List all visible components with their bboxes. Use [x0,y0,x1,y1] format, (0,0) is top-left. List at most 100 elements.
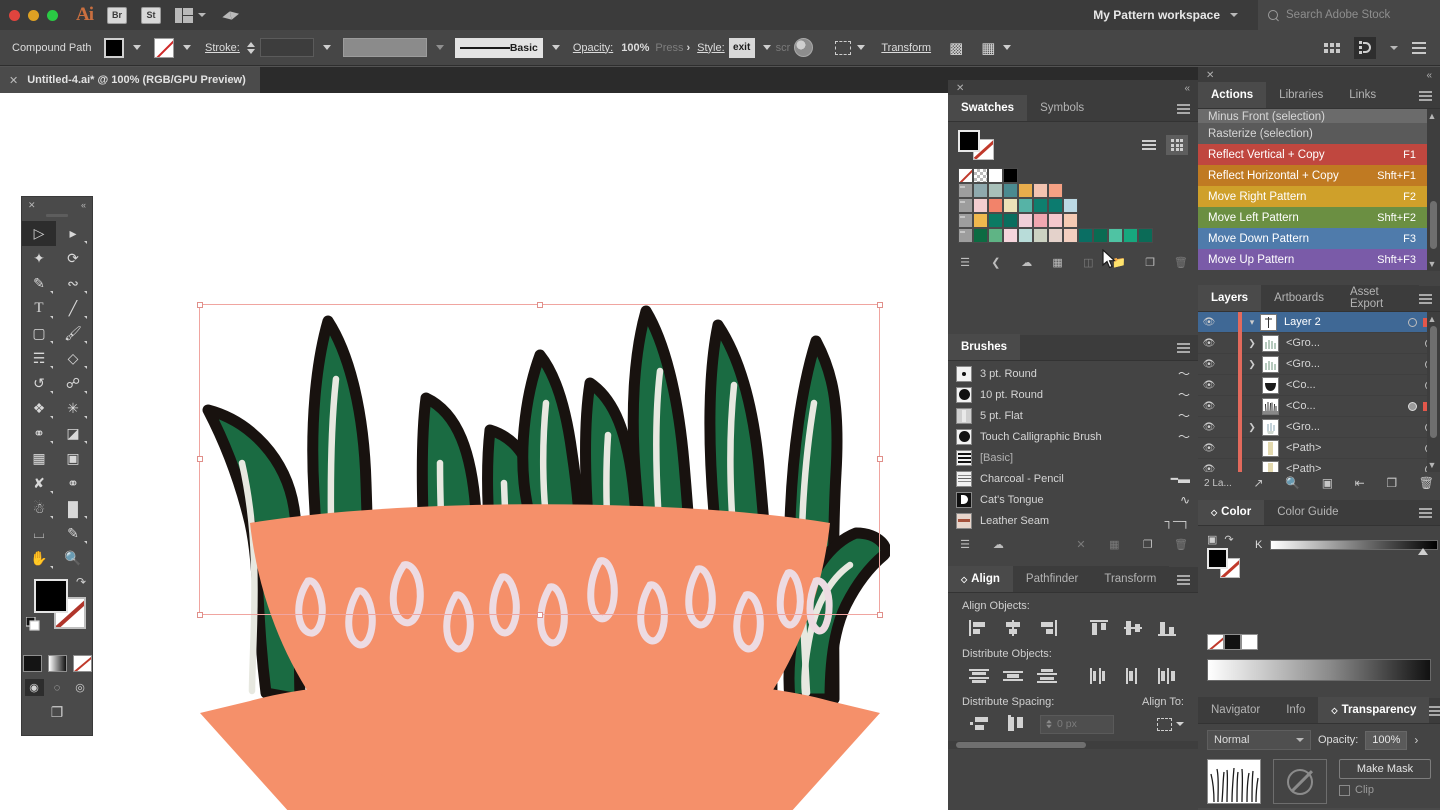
panel-layout-button[interactable] [1354,37,1376,59]
action-item[interactable]: Reflect Vertical + CopyF1 [1198,144,1440,165]
tools-grip[interactable] [46,214,68,217]
swatches-grid-view-icon[interactable] [1166,135,1188,155]
clip-checkbox[interactable] [1339,785,1350,796]
layer-target-icon[interactable] [1408,402,1417,411]
tab-links[interactable]: Links [1336,82,1389,108]
swatch-color[interactable] [1018,213,1033,228]
layer-disclosure-icon[interactable]: ❯ [1244,359,1260,370]
create-sublayer-icon[interactable]: ⇤ [1355,476,1365,490]
color-fill-stroke[interactable] [1207,548,1241,578]
tab-pathfinder[interactable]: Pathfinder [1013,566,1091,592]
brush-item[interactable]: Leather Seam┐─┐ [948,510,1198,531]
action-item[interactable]: Move Down PatternF3 [1198,228,1440,249]
fill-dropdown-icon[interactable] [133,45,141,50]
opacity-expand-icon[interactable]: › [686,42,690,54]
brush-item[interactable]: Cat's Tongue∿ [948,489,1198,510]
layer-visibility-icon[interactable]: 👁 [1198,338,1220,349]
stock-icon[interactable]: St [141,7,161,24]
swatch-color[interactable] [1033,213,1048,228]
brush-dropdown-icon[interactable] [552,45,560,50]
tab-color[interactable]: ◇ Color [1198,499,1264,525]
layers-scroll-down-icon[interactable]: ▼ [1426,460,1438,470]
align-dropdown-icon[interactable] [1003,45,1011,50]
swatch-color[interactable] [973,213,988,228]
swatch-color[interactable] [1003,183,1018,198]
release-to-layers-icon[interactable]: ↗ [1253,476,1263,490]
make-mask-button[interactable]: Make Mask [1339,759,1431,779]
layers-list[interactable]: 👁▾Layer 2👁❯<Gro...👁❯<Gro...👁<Co...👁<Co..… [1198,312,1440,472]
document-tab[interactable]: ✕ Untitled-4.ai* @ 100% (RGB/GPU Preview… [0,67,260,93]
distribute-top-icon[interactable] [962,665,996,687]
layer-visibility-icon[interactable]: 👁 [1198,401,1220,412]
swatch-color[interactable] [1018,183,1033,198]
delete-swatch-icon[interactable]: 🗑 [1170,253,1192,271]
delete-layer-icon[interactable]: 🗑 [1419,476,1434,490]
opacity-label[interactable]: Opacity: [573,42,613,54]
stroke-profile-field[interactable] [343,38,427,57]
transparency-opacity-field[interactable]: 100% [1365,731,1407,750]
blend-tool[interactable]: ⚭ [56,471,90,496]
align-to-button[interactable] [1157,718,1184,731]
screen-mode-button[interactable]: ❐ [22,704,92,721]
align-panel-menu-icon[interactable] [1177,575,1190,585]
brush-item[interactable]: 10 pt. Round〜 [948,384,1198,405]
opacity-value[interactable]: 100% [621,42,649,54]
selection-handle[interactable] [877,612,883,618]
magic-wand-tool[interactable]: ✦ [22,246,56,271]
tools-close-icon[interactable]: ✕ [28,200,36,211]
locate-object-icon[interactable]: 🔍 [1285,476,1300,490]
layer-row[interactable]: 👁<Path> [1198,459,1440,472]
action-item[interactable]: Minus Front (selection) [1198,109,1440,123]
layers-scrollbar[interactable]: ▲ ▼ [1427,312,1440,472]
color-black-swatch[interactable] [1224,634,1241,650]
swatches-list-view-icon[interactable] [1138,135,1160,155]
swatch-kind-icon[interactable]: ▦ [1047,253,1069,271]
color-white-swatch[interactable] [1241,634,1258,650]
eyedropper-tool[interactable]: ✘ [22,471,56,496]
swatch-color[interactable] [1123,228,1138,243]
draw-inside-icon[interactable]: ◎ [71,679,90,696]
action-item[interactable]: Reflect Horizontal + CopyShft+F1 [1198,165,1440,186]
stroke-weight-field[interactable] [260,38,314,57]
distribute-center-horizontal-icon[interactable] [1116,665,1150,687]
color-swap-icon[interactable]: ▣ [1207,533,1217,546]
layer-row[interactable]: 👁▾Layer 2 [1198,312,1440,333]
layer-name[interactable]: <Gro... [1286,337,1425,349]
swatch-color[interactable] [1018,198,1033,213]
swatch-options-icon[interactable]: ◫ [1077,253,1099,271]
artboard-tool[interactable]: ⌴ [22,521,56,546]
paintbrush-tool[interactable]: 🖌 [56,321,90,346]
transform-label[interactable]: Transform [881,42,931,54]
selection-handle[interactable] [197,302,203,308]
swatch-color[interactable] [973,183,988,198]
adobe-stock-search[interactable]: Search Adobe Stock [1258,0,1440,30]
eraser-tool[interactable]: ◇ [56,346,90,371]
make-clipping-mask-icon[interactable]: ▣ [1322,476,1333,490]
align-horizontal-scrollbar[interactable] [948,741,1198,749]
slice-tool[interactable]: ✎ [56,521,90,546]
swatch-color[interactable] [988,198,1003,213]
tab-symbols[interactable]: Symbols [1027,95,1097,121]
tab-swatches[interactable]: Swatches [948,95,1027,121]
actions-panel-menu-icon[interactable] [1419,91,1432,101]
tab-artboards[interactable]: Artboards [1261,285,1337,311]
shape-builder-tool[interactable]: ⚭ [22,421,56,446]
graphic-style-swatch[interactable]: exit [729,38,755,58]
layer-visibility-icon[interactable]: 👁 [1198,380,1220,391]
tab-layers[interactable]: Layers [1198,285,1261,311]
selection-handle[interactable] [537,302,543,308]
action-item[interactable]: Move Left PatternShft+F2 [1198,207,1440,228]
style-label[interactable]: Style: [697,42,725,54]
zoom-tool[interactable]: 🔍 [56,546,90,571]
default-fill-stroke-icon[interactable] [26,617,40,631]
actions-list[interactable]: Minus Front (selection)Rasterize (select… [1198,109,1440,271]
brush-definition-field[interactable]: Basic [455,38,543,58]
select-similar-icon[interactable] [835,41,851,55]
new-swatch-icon[interactable]: ❐ [1139,253,1161,271]
swatch-color[interactable] [1003,168,1018,183]
gradient-tool[interactable]: ▣ [56,446,90,471]
direct-selection-tool[interactable]: ▸ [56,221,90,246]
brushes-panel-menu-icon[interactable] [1177,343,1190,353]
distribute-bottom-icon[interactable] [1030,665,1064,687]
horizontal-distribute-space-icon[interactable] [998,713,1034,735]
